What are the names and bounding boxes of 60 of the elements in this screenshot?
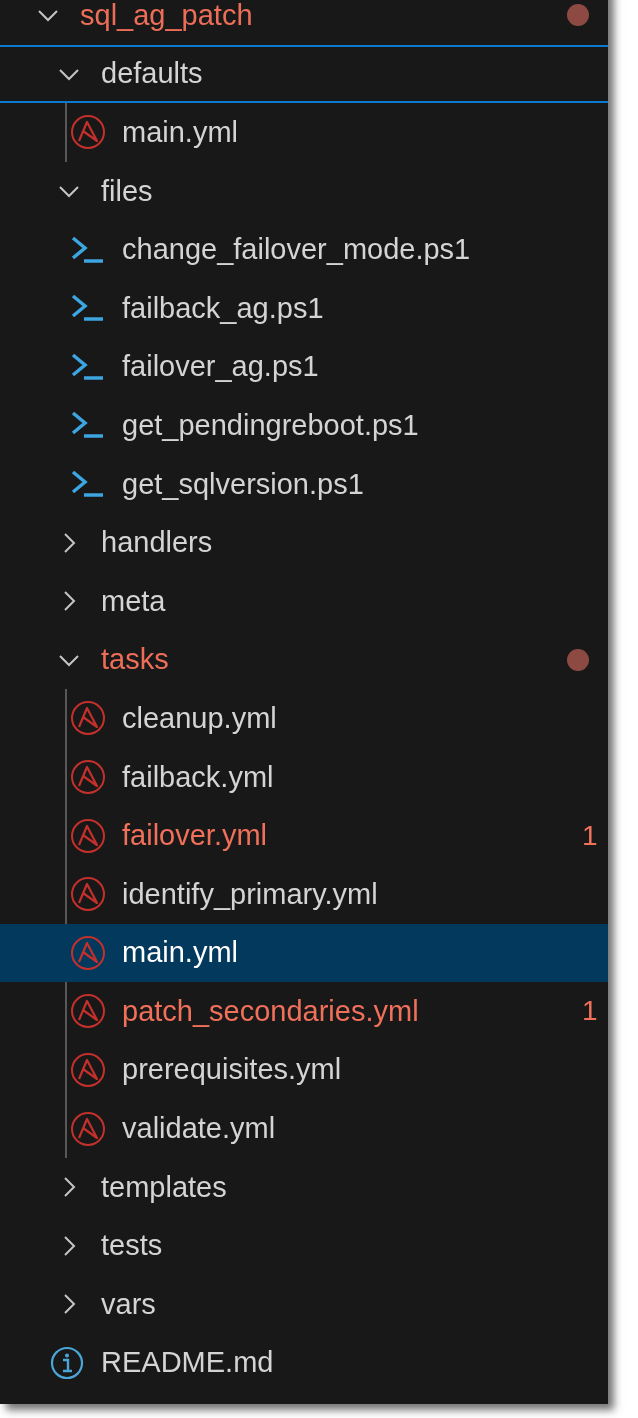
file-item[interactable]: identify_primary.yml xyxy=(0,864,608,924)
item-name: files xyxy=(101,174,153,208)
item-name: change_failover_mode.ps1 xyxy=(122,233,471,267)
item-name: identify_primary.yml xyxy=(122,877,378,911)
file-item[interactable]: change_failover_mode.ps1 xyxy=(0,220,608,279)
file-item[interactable]: validate.yml xyxy=(0,1099,608,1158)
item-name: prerequisites.yml xyxy=(122,1053,342,1087)
item-name: sql_ag_patch xyxy=(80,0,253,32)
file-item[interactable]: cleanup.yml xyxy=(0,689,608,748)
folder-item[interactable]: tests xyxy=(0,1216,608,1276)
ansible-icon xyxy=(70,993,106,1030)
problem-count: 1 xyxy=(582,995,598,1028)
folder-item[interactable]: meta xyxy=(0,571,608,631)
item-name: failover.yml xyxy=(122,819,268,853)
ansible-icon xyxy=(70,1110,106,1147)
item-name: validate.yml xyxy=(122,1112,276,1146)
item-name: tests xyxy=(101,1229,163,1263)
ansible-icon xyxy=(70,876,106,913)
folder-item[interactable]: templates xyxy=(0,1157,608,1217)
file-item[interactable]: prerequisites.yml xyxy=(0,1040,608,1100)
item-name: templates xyxy=(101,1170,227,1204)
folder-item[interactable]: files xyxy=(0,161,608,221)
item-name: tasks xyxy=(101,643,169,677)
item-name: cleanup.yml xyxy=(122,701,277,735)
ansible-icon xyxy=(70,759,106,795)
item-name: get_pendingreboot.ps1 xyxy=(122,408,419,442)
ansible-icon xyxy=(70,1052,106,1088)
item-name: handlers xyxy=(101,526,213,560)
file-item[interactable]: get_sqlversion.ps1 xyxy=(0,454,608,514)
folder-item[interactable]: tasks xyxy=(0,630,608,690)
file-item[interactable]: patch_secondaries.yml 1 xyxy=(0,982,608,1041)
item-name: main.yml xyxy=(122,116,238,149)
file-item[interactable]: failover.yml 1 xyxy=(0,806,608,865)
folder-item[interactable]: handlers xyxy=(0,513,608,572)
item-name: patch_secondaries.yml xyxy=(122,994,419,1028)
file-item[interactable]: get_pendingreboot.ps1 xyxy=(0,396,608,455)
file-item[interactable]: README.md xyxy=(0,1333,608,1393)
ansible-icon xyxy=(70,817,106,854)
folder-item[interactable]: defaults xyxy=(0,44,608,104)
file-item[interactable]: main.yml xyxy=(0,103,608,162)
item-name: meta xyxy=(101,584,166,618)
info-icon xyxy=(49,1344,85,1381)
item-name: failback.yml xyxy=(122,760,274,794)
ansible-icon xyxy=(70,700,106,737)
item-name: defaults xyxy=(101,57,203,91)
folder-item[interactable]: vars xyxy=(0,1275,608,1334)
item-name: failover_ag.ps1 xyxy=(122,350,319,384)
problem-count: 1 xyxy=(582,819,598,852)
folder-item[interactable]: sql_ag_patch xyxy=(0,0,608,45)
file-item[interactable]: main.yml xyxy=(0,923,608,983)
ansible-icon xyxy=(70,114,106,151)
item-name: get_sqlversion.ps1 xyxy=(122,467,364,501)
item-name: README.md xyxy=(101,1346,274,1380)
item-name: vars xyxy=(101,1287,156,1321)
file-item[interactable]: failover_ag.ps1 xyxy=(0,337,608,397)
file-item[interactable]: failback_ag.ps1 xyxy=(0,278,608,338)
item-name: main.yml xyxy=(122,936,238,970)
file-item[interactable]: failback.yml xyxy=(0,747,608,807)
item-name: failback_ag.ps1 xyxy=(122,291,324,325)
ansible-icon xyxy=(70,934,106,971)
